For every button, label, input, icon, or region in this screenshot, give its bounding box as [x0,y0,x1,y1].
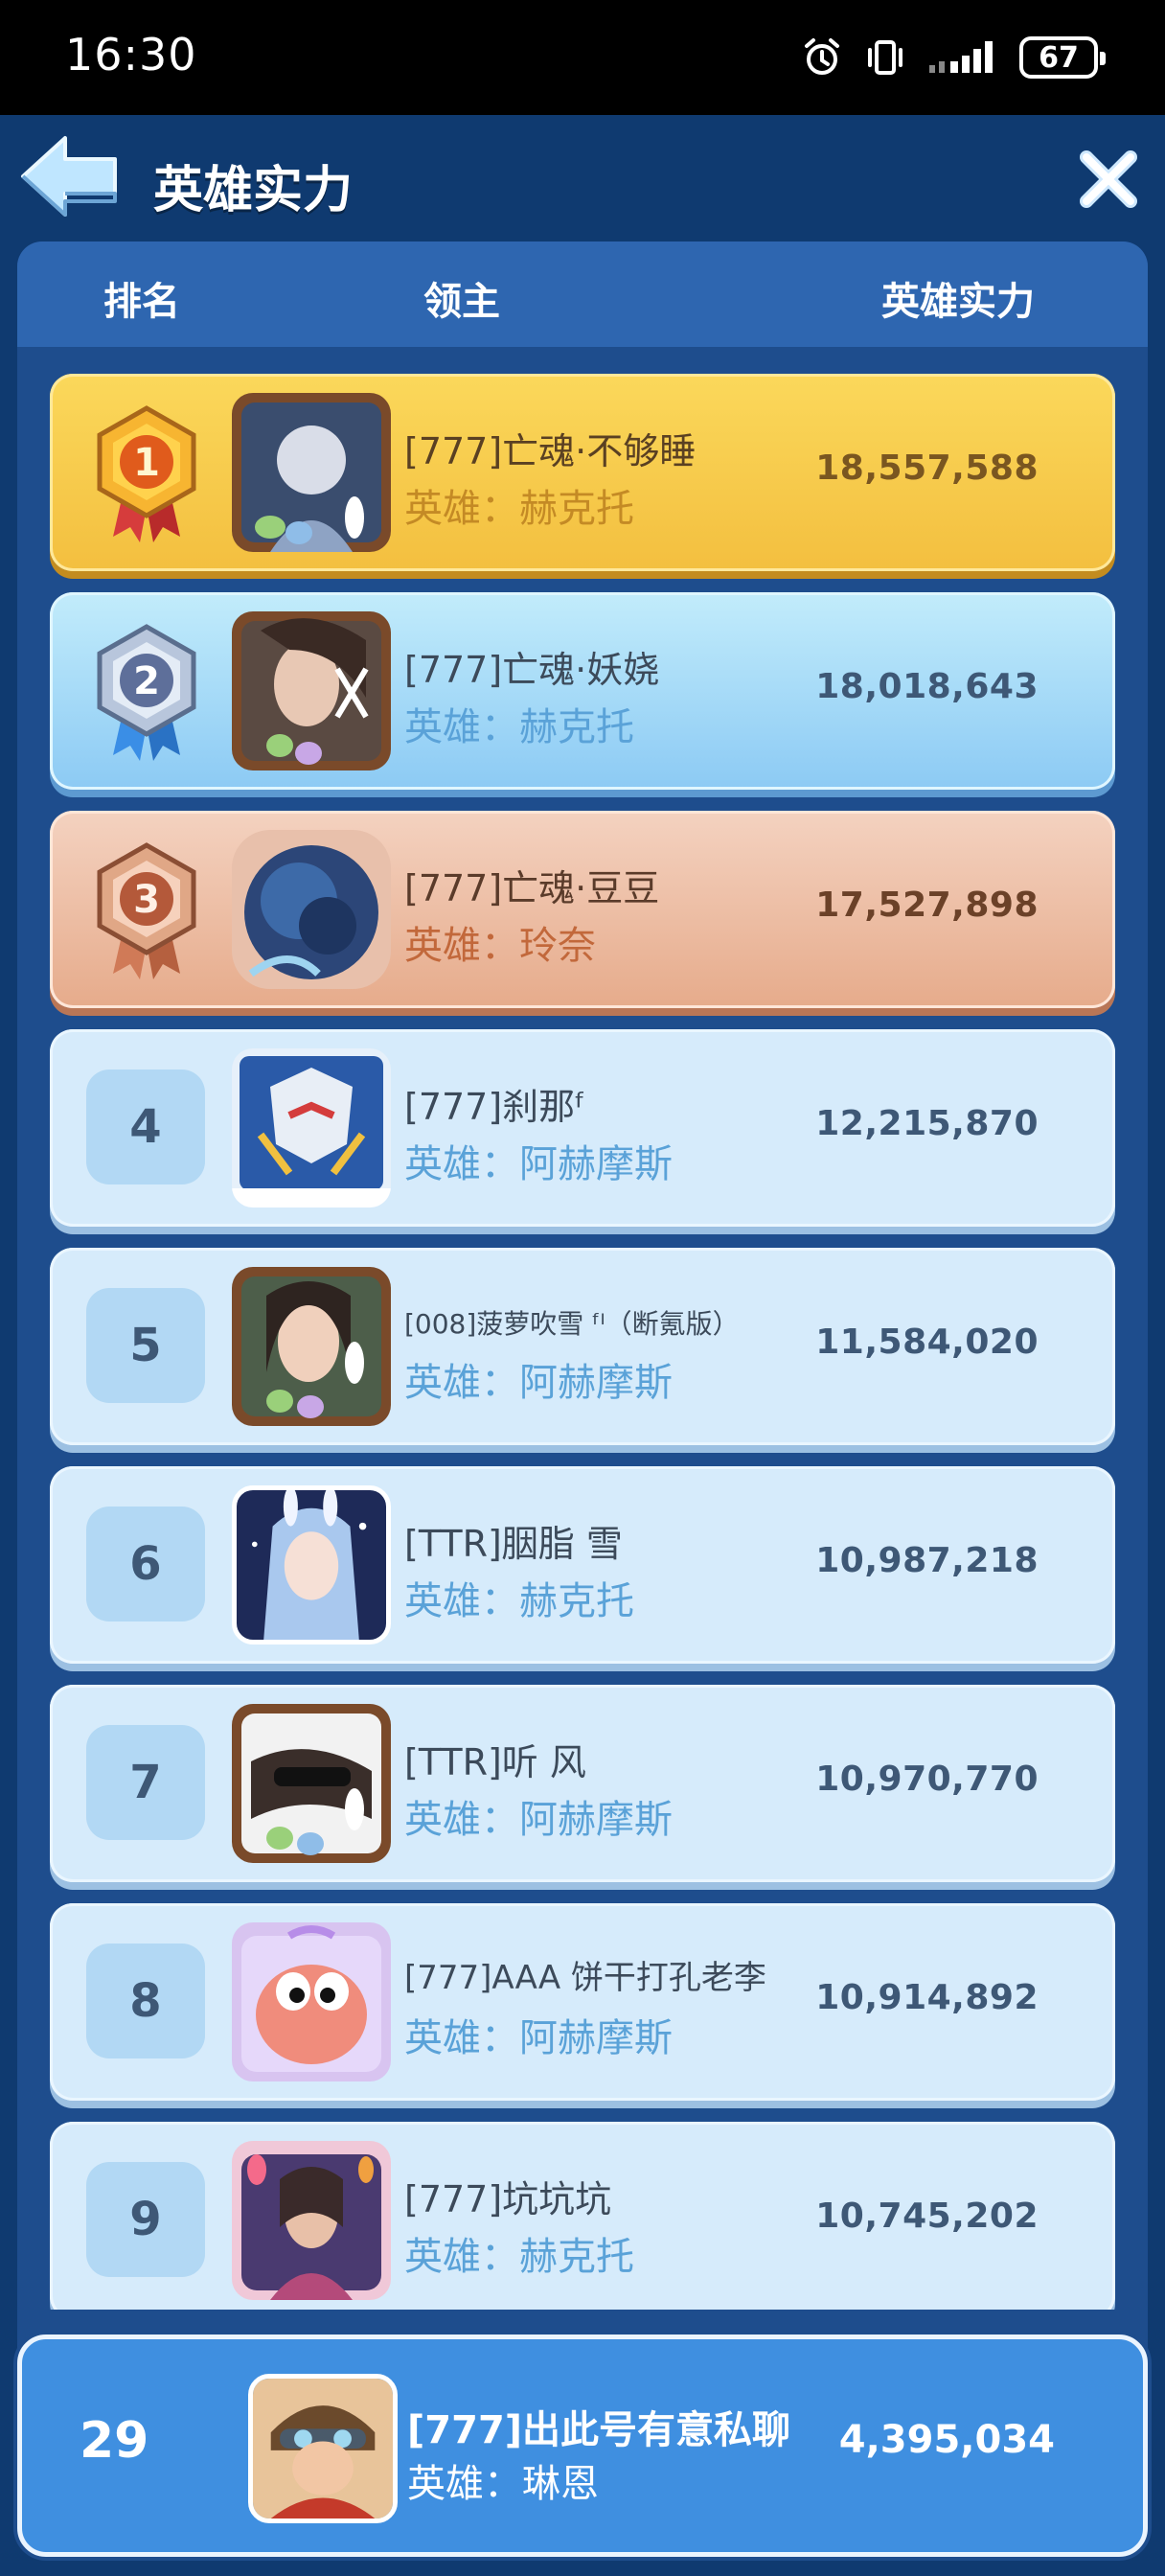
lord-name: [777]坑坑坑 [404,2178,612,2220]
lord-name: [TTR]胭脂 雪 [404,1523,623,1565]
ranking-row[interactable]: 1 [777]亡魂·不够睡 英雄：赫克托 18,557,588 [50,374,1115,571]
my-rank-bar[interactable]: 29 [777]出此号有意私聊 英雄：琳恩 4,395,034 [17,2334,1148,2557]
silver-medal-icon: 2 [97,624,196,761]
hero-power: 18,018,643 [815,667,1039,706]
ranking-row[interactable]: 4 [777]刹那ᶠ 英雄：阿赫摩斯 12,215,870 [50,1029,1115,1227]
hero-power: 11,584,020 [815,1322,1039,1362]
lord-name: [777]亡魂·妖娆 [404,649,660,691]
ranking-row[interactable]: 2 [777]亡魂·妖娆 英雄：赫克托 18,018,643 [50,592,1115,790]
avatar[interactable] [232,1485,391,1644]
rank-number: 8 [86,1944,205,2058]
column-lord: 领主 [423,280,500,324]
avatar[interactable] [232,2141,391,2300]
lord-name: [TTR]听 风 [404,1741,586,1783]
ranking-row[interactable]: 8 [777]AAA 饼干打孔老李 英雄：阿赫摩斯 10,914,892 [50,1903,1115,2101]
hero-power: 10,914,892 [815,1978,1039,2017]
hero-name: 英雄：阿赫摩斯 [404,1798,673,1842]
lord-name: [777]刹那ᶠ [404,1086,586,1128]
status-bar: 16:30 67 [0,0,1165,115]
lord-name: [777]亡魂·豆豆 [404,867,660,909]
gold-medal-icon: 1 [97,405,196,542]
avatar[interactable] [232,830,391,989]
hero-power: 18,557,588 [815,448,1039,488]
avatar[interactable] [232,1048,391,1208]
avatar[interactable] [232,393,391,552]
rank-number: 6 [86,1506,205,1622]
hero-name: 英雄：赫克托 [404,2235,634,2279]
lord-name: [777]AAA 饼干打孔老李 [404,1959,766,1997]
ranking-row[interactable]: 5 [008]菠萝吹雪 ᶠᴵ（断氪版） 英雄：阿赫摩斯 11,584,020 [50,1248,1115,1445]
hero-name: 英雄：阿赫摩斯 [404,1361,673,1405]
column-header: 排名 领主 英雄实力 [17,242,1148,347]
rank-number: 4 [86,1070,205,1184]
hero-power: 17,527,898 [815,886,1039,925]
hero-name: 英雄：阿赫摩斯 [404,1142,673,1186]
rank-number: 7 [86,1725,205,1840]
ranking-row[interactable]: 3 [777]亡魂·豆豆 英雄：玲奈 17,527,898 [50,811,1115,1008]
ranking-list[interactable]: 1 [777]亡魂·不够睡 英雄：赫克托 18,557,588 2 [777]亡… [50,374,1115,2310]
hero-power: 10,970,770 [815,1760,1039,1799]
hero-name: 英雄：赫克托 [404,705,634,749]
signal-icon [929,41,993,73]
my-avatar[interactable] [248,2374,398,2523]
hero-name: 英雄：玲奈 [404,924,596,968]
ranking-row[interactable]: 7 [TTR]听 风 英雄：阿赫摩斯 10,970,770 [50,1685,1115,1882]
avatar[interactable] [232,1922,391,2082]
header: 英雄实力 [0,115,1165,240]
svg-text:2: 2 [133,659,160,703]
column-rank: 排名 [103,280,180,324]
close-icon[interactable] [1077,148,1140,211]
avatar[interactable] [232,611,391,770]
rank-number: 5 [86,1288,205,1403]
ranking-row[interactable]: 6 [TTR]胭脂 雪 英雄：赫克托 10,987,218 [50,1466,1115,1664]
lord-name: [008]菠萝吹雪 ᶠᴵ（断氪版） [404,1308,740,1340]
lord-name: [777]亡魂·不够睡 [404,430,697,472]
avatar[interactable] [232,1704,391,1863]
back-arrow-icon[interactable] [15,130,123,222]
my-rank-number: 29 [80,2412,149,2470]
hero-name: 英雄：阿赫摩斯 [404,2016,673,2060]
svg-text:1: 1 [133,441,160,485]
rank-number: 9 [86,2162,205,2277]
svg-text:3: 3 [133,878,160,922]
hero-name: 英雄：赫克托 [404,487,634,531]
status-icons: 67 [801,33,1106,82]
hero-power: 10,987,218 [815,1541,1039,1580]
my-hero-power: 4,395,034 [838,2418,1055,2462]
hero-name: 英雄：赫克托 [404,1579,634,1623]
vibrate-icon [868,40,902,75]
battery-icon: 67 [1019,36,1106,79]
avatar[interactable] [232,1267,391,1426]
column-power: 英雄实力 [881,280,1035,324]
hero-power: 12,215,870 [815,1104,1039,1143]
my-lord-name: [777]出此号有意私聊 [407,2408,791,2452]
page-title: 英雄实力 [153,162,354,219]
alarm-icon [805,38,839,75]
status-time: 16:30 [65,29,197,80]
my-hero-name: 英雄：琳恩 [407,2462,599,2506]
bronze-medal-icon: 3 [97,842,196,979]
hero-power: 10,745,202 [815,2196,1039,2236]
ranking-row[interactable]: 9 [777]坑坑坑 英雄：赫克托 10,745,202 [50,2122,1115,2310]
